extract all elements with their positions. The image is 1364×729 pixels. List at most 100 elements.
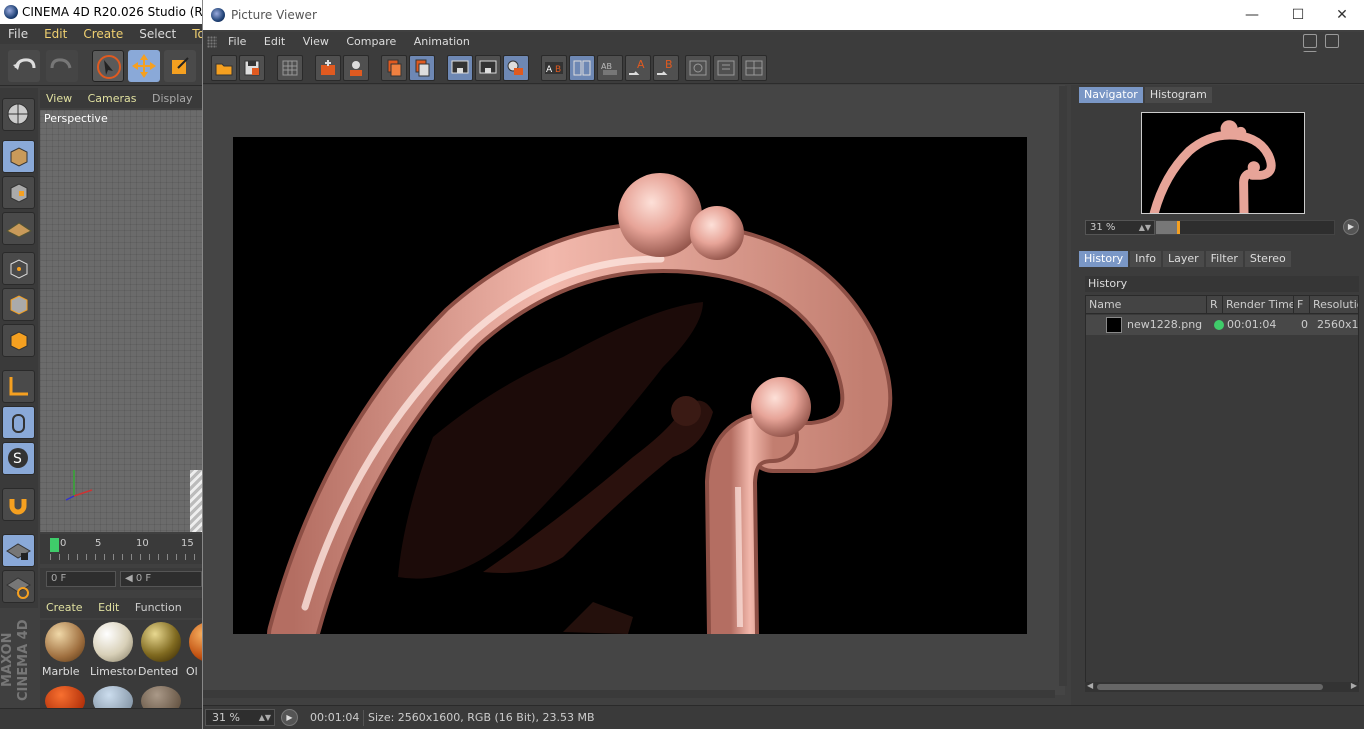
- texture-mode-button[interactable]: [2, 176, 35, 209]
- timeline-playhead[interactable]: [50, 538, 59, 552]
- navigator-play-button[interactable]: ▶: [1343, 219, 1359, 235]
- set-b-button[interactable]: B: [653, 55, 679, 81]
- material-menu-create[interactable]: Create: [40, 598, 89, 618]
- navigator-zoom-slider[interactable]: [1155, 220, 1335, 235]
- clean-memory-button[interactable]: [277, 55, 303, 81]
- scrollbar-thumb[interactable]: [1097, 684, 1323, 690]
- zoom-slider-handle[interactable]: [1177, 221, 1180, 234]
- redo-button[interactable]: [46, 50, 78, 82]
- tweak-mode-button[interactable]: [2, 406, 35, 439]
- history-horizontal-scrollbar[interactable]: ◀ ▶: [1085, 681, 1359, 692]
- c4d-menu-select[interactable]: Select: [131, 24, 184, 44]
- view-channels-button[interactable]: [503, 55, 529, 81]
- c4d-menu-tools[interactable]: Tools: [184, 24, 202, 44]
- save-file-button[interactable]: [239, 55, 265, 81]
- pv-menu-edit[interactable]: Edit: [257, 32, 292, 52]
- pv-menu-animation[interactable]: Animation: [407, 32, 477, 52]
- planar-workplane-button[interactable]: [2, 570, 35, 603]
- model-mode-button[interactable]: [2, 140, 35, 173]
- magnet-button[interactable]: [2, 488, 35, 521]
- image-canvas-area[interactable]: [203, 85, 1065, 695]
- tab-history[interactable]: History: [1079, 251, 1129, 267]
- tab-filter[interactable]: Filter: [1205, 251, 1243, 267]
- compare-ab-button[interactable]: AB: [541, 55, 567, 81]
- view-image-button[interactable]: [447, 55, 473, 81]
- workplane-mode-button[interactable]: [2, 212, 35, 245]
- undo-button[interactable]: [8, 50, 40, 82]
- tab-layer[interactable]: Layer: [1162, 251, 1204, 267]
- zoom-field[interactable]: 31 % ▲▼: [205, 709, 275, 726]
- col-name[interactable]: Name: [1086, 296, 1207, 314]
- live-selection-button[interactable]: [92, 50, 124, 82]
- make-editable-button[interactable]: [2, 98, 35, 131]
- tab-navigator[interactable]: Navigator: [1079, 87, 1143, 103]
- maximize-button[interactable]: ☐: [1275, 0, 1321, 30]
- col-f[interactable]: F: [1294, 296, 1310, 314]
- layout-split-icon[interactable]: [1303, 34, 1317, 48]
- timeline[interactable]: 0 5 10 15: [40, 534, 202, 564]
- c4d-menu-create[interactable]: Create: [75, 24, 131, 44]
- render-settings-button[interactable]: [343, 55, 369, 81]
- viewport-menu-display[interactable]: Display: [146, 90, 199, 108]
- minimize-button[interactable]: —: [1229, 0, 1275, 30]
- polygons-mode-button[interactable]: [2, 324, 35, 357]
- remove-frame-button[interactable]: [409, 55, 435, 81]
- points-mode-button[interactable]: [2, 252, 35, 285]
- material-preview[interactable]: [45, 686, 85, 708]
- scale-tool-button[interactable]: [164, 50, 196, 82]
- stereo-left-button[interactable]: [685, 55, 711, 81]
- tab-histogram[interactable]: Histogram: [1144, 87, 1212, 103]
- viewport-menu-cameras[interactable]: Cameras: [82, 90, 143, 108]
- compare-split-button[interactable]: [569, 55, 595, 81]
- spinner-arrows-icon[interactable]: ▲▼: [1139, 221, 1151, 234]
- pv-menu-view[interactable]: View: [296, 32, 336, 52]
- stereo-right-button[interactable]: [713, 55, 739, 81]
- current-frame-field[interactable]: 0 F: [46, 571, 116, 587]
- material-menu-function[interactable]: Function: [129, 598, 188, 618]
- stereo-both-button[interactable]: [741, 55, 767, 81]
- material-oil[interactable]: Ol: [186, 620, 202, 684]
- col-r[interactable]: R: [1207, 296, 1223, 314]
- tab-info[interactable]: Info: [1130, 251, 1161, 267]
- scroll-right-icon[interactable]: ▶: [1351, 681, 1357, 690]
- material-menu-edit[interactable]: Edit: [92, 598, 125, 618]
- compare-diff-button[interactable]: AB: [597, 55, 623, 81]
- grip-handle-icon[interactable]: [207, 36, 217, 48]
- start-frame-field[interactable]: ◀ 0 F: [120, 571, 202, 587]
- viewport-menu-view[interactable]: View: [40, 90, 78, 108]
- layout-grid-icon[interactable]: [1324, 34, 1339, 48]
- scroll-left-icon[interactable]: ◀: [1087, 681, 1093, 690]
- canvas-horizontal-scrollbar[interactable]: [203, 690, 1055, 698]
- close-button[interactable]: ✕: [1319, 0, 1364, 30]
- view-alpha-button[interactable]: [475, 55, 501, 81]
- table-row[interactable]: new1228.png 00:01:04 0 2560x1600: [1086, 315, 1358, 335]
- c4d-menu-file[interactable]: File: [0, 24, 36, 44]
- open-file-button[interactable]: [211, 55, 237, 81]
- material-marble[interactable]: Marble: [42, 620, 88, 684]
- material-dented[interactable]: Dented: [138, 620, 184, 684]
- play-button[interactable]: ▶: [281, 709, 298, 726]
- pv-menu-compare[interactable]: Compare: [339, 32, 403, 52]
- copy-frame-button[interactable]: [381, 55, 407, 81]
- pv-menu-file[interactable]: File: [221, 32, 253, 52]
- tab-stereo[interactable]: Stereo: [1244, 251, 1291, 267]
- axis-mode-button[interactable]: [2, 370, 35, 403]
- region-render-button[interactable]: [315, 55, 341, 81]
- rendered-image[interactable]: [233, 137, 1027, 634]
- col-render-time[interactable]: Render Time: [1223, 296, 1294, 314]
- material-preview[interactable]: [141, 686, 181, 708]
- set-a-button[interactable]: A: [625, 55, 651, 81]
- spinner-arrows-icon[interactable]: ▲▼: [259, 710, 271, 725]
- material-preview[interactable]: [93, 686, 133, 708]
- col-resolution[interactable]: Resolution: [1310, 296, 1358, 314]
- move-tool-button[interactable]: [128, 50, 160, 82]
- navigator-thumbnail[interactable]: [1141, 112, 1305, 214]
- canvas-vertical-scrollbar[interactable]: [1059, 86, 1067, 686]
- c4d-menu-edit[interactable]: Edit: [36, 24, 75, 44]
- lock-workplane-button[interactable]: [2, 534, 35, 567]
- material-limestone[interactable]: Limestone: [90, 620, 136, 684]
- edges-mode-button[interactable]: [2, 288, 35, 321]
- snap-button[interactable]: S: [2, 442, 35, 475]
- perspective-viewport[interactable]: Perspective: [40, 110, 202, 532]
- navigator-zoom-field[interactable]: 31 % ▲▼: [1085, 220, 1155, 235]
